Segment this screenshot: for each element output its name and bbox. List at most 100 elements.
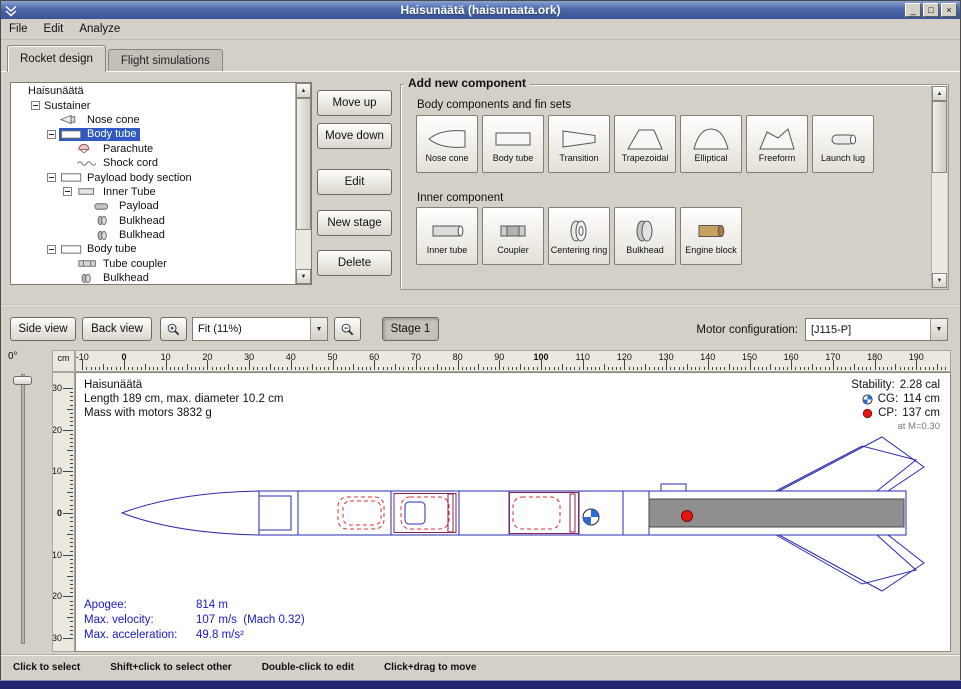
ruler-tick [491,367,492,370]
tree-item-content[interactable]: Parachute [75,142,156,155]
chevron-down-icon[interactable]: ▼ [930,319,947,340]
tree-item[interactable]: Haisunäätä [11,84,295,98]
divider [1,71,960,72]
tree-item-content[interactable]: Inner Tube [75,185,159,198]
app-icon[interactable] [4,3,18,17]
flight-stat-row: Apogee:814 m [84,598,305,613]
menu-file[interactable]: File [1,19,36,39]
tree-item[interactable]: Bulkhead [11,271,295,284]
zoom-out-button[interactable] [334,317,361,341]
tree-item[interactable]: Body tube [11,127,295,141]
tree-item[interactable]: Shock cord [11,156,295,170]
tree-item[interactable]: Payload [11,199,295,213]
tree-item-content[interactable]: Payload [91,200,162,213]
tree-item[interactable]: Payload body section [11,170,295,184]
ruler-tick [91,367,92,370]
add-trapezoidal-button[interactable]: Trapezoidal [614,115,676,173]
ruler-tick [67,450,73,451]
rotation-slider-track[interactable] [21,374,25,644]
tab-flight-simulations[interactable]: Flight simulations [108,49,223,72]
chevron-down-icon[interactable]: ▼ [310,318,327,340]
add-freeform-button[interactable]: Freeform [746,115,808,173]
rotation-slider-handle[interactable] [13,376,32,385]
component-label: Engine block [685,245,737,255]
stage-1-toggle[interactable]: Stage 1 [382,317,439,341]
zoom-select[interactable]: Fit (11%) ▼ [192,317,328,341]
collapse-icon[interactable] [47,130,56,139]
scrollbar-thumb[interactable] [296,98,311,230]
minimize-button[interactable]: _ [905,3,921,17]
scroll-up-icon[interactable]: ▲ [932,86,947,101]
scrollbar-track[interactable] [932,173,947,273]
add-elliptical-button[interactable]: Elliptical [680,115,742,173]
close-button[interactable]: × [941,3,957,17]
tree-item[interactable]: Bulkhead [11,214,295,228]
tree-item-content[interactable]: Haisunäätä [27,85,87,98]
maximize-button[interactable]: □ [923,3,939,17]
side-view-button[interactable]: Side view [10,317,76,341]
rocket-canvas[interactable]: Haisunäätä Length 189 cm, max. diameter … [75,372,951,652]
scroll-down-icon[interactable]: ▼ [296,269,311,284]
tab-rocket-design[interactable]: Rocket design [7,45,106,72]
add-bulkhead-button[interactable]: Bulkhead [614,207,676,265]
new-stage-button[interactable]: New stage [317,210,392,236]
ruler-tick [63,513,73,514]
add-nose-cone-button[interactable]: Nose cone [416,115,478,173]
tree-item-content[interactable]: Bulkhead [75,272,152,284]
tree-item-content[interactable]: Body tube [59,243,140,256]
tree-item-content[interactable]: Bulkhead [91,214,168,227]
component-panel-scrollbar[interactable]: ▲ ▼ [931,86,947,288]
tree-item[interactable]: Body tube [11,242,295,256]
zoom-in-button[interactable] [160,317,187,341]
statusbar: Click to selectShift+click to select oth… [1,654,960,679]
tree-item-content[interactable]: Tube coupler [75,257,170,270]
tree-item[interactable]: Bulkhead [11,228,295,242]
collapse-icon[interactable] [47,245,56,254]
add-centering-ring-button[interactable]: Centering ring [548,207,610,265]
add-coupler-button[interactable]: Coupler [482,207,544,265]
tree-item[interactable]: Nose cone [11,113,295,127]
add-launch-lug-button[interactable]: Launch lug [812,115,874,173]
tree-item-content[interactable]: Bulkhead [91,229,168,242]
menu-edit[interactable]: Edit [36,19,72,39]
add-body-tube-button[interactable]: Body tube [482,115,544,173]
move-up-button[interactable]: Move up [317,90,392,116]
tree-item-content[interactable]: Payload body section [59,171,195,184]
scroll-down-icon[interactable]: ▼ [932,273,947,288]
ruler-tick [408,367,409,370]
scroll-up-icon[interactable]: ▲ [296,83,311,98]
edit-button[interactable]: Edit [317,169,392,195]
titlebar[interactable]: Haisunäätä (haisunaata.ork) _ □ × [1,1,960,19]
ruler-tick [775,367,776,370]
tree-scrollbar[interactable]: ▲ ▼ [295,83,311,284]
tree-item-content[interactable]: Shock cord [75,157,161,170]
back-view-button[interactable]: Back view [82,317,152,341]
fin-freeform-icon [756,126,798,152]
tree-item-content[interactable]: Sustainer [43,99,93,112]
tree-item[interactable]: Inner Tube [11,185,295,199]
ruler-tick [870,367,871,370]
tree-item[interactable]: Tube coupler [11,257,295,271]
collapse-icon[interactable] [63,187,72,196]
scrollbar-thumb[interactable] [932,101,947,173]
delete-button[interactable]: Delete [317,250,392,276]
move-down-button[interactable]: Move down [317,123,392,149]
add-transition-button[interactable]: Transition [548,115,610,173]
design-tree[interactable]: HaisunäätäSustainerNose coneBody tubePar… [11,83,295,284]
collapse-icon[interactable] [47,173,56,182]
ruler-tick [132,367,133,370]
tree-item-content[interactable]: Nose cone [59,113,143,126]
menu-analyze[interactable]: Analyze [71,19,128,39]
add-inner-tube-button[interactable]: Inner tube [416,207,478,265]
scrollbar-track[interactable] [296,230,311,269]
tree-item[interactable]: Sustainer [11,98,295,112]
ruler-tick [63,638,73,639]
status-hint: Click+drag to move [384,662,477,673]
collapse-icon[interactable] [31,101,40,110]
add-engine-block-button[interactable]: Engine block [680,207,742,265]
motor-config-select[interactable]: [J115-P] ▼ [805,318,948,341]
ruler-tick [512,367,513,370]
ruler-tick [595,367,596,370]
tree-item[interactable]: Parachute [11,142,295,156]
tree-item-content[interactable]: Body tube [59,128,140,141]
